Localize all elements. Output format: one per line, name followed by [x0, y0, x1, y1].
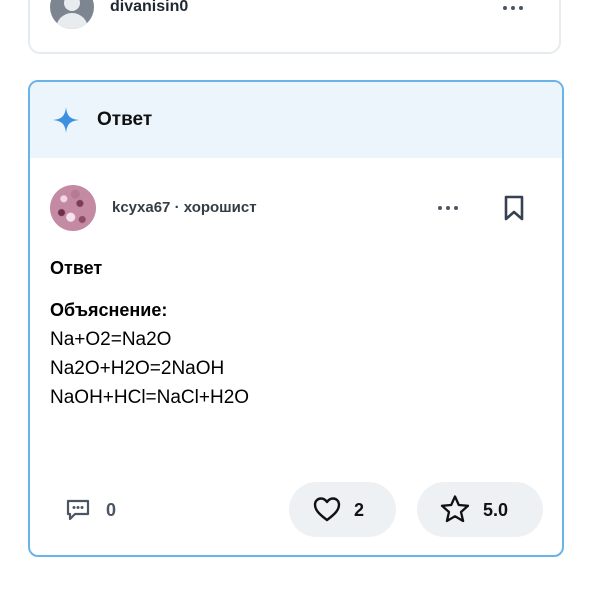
answer-line: Na+O2=Na2O	[50, 329, 172, 350]
answer-header-title: Ответ	[97, 109, 153, 130]
answer-line: Na2O+H2O=2NaOH	[50, 358, 225, 379]
comment-count: 0	[106, 500, 117, 520]
comment-icon[interactable]	[66, 499, 90, 521]
star-icon	[440, 495, 470, 523]
bookmark-icon[interactable]	[503, 195, 525, 221]
user-silhouette-icon[interactable]	[50, 0, 94, 29]
more-dots-icon[interactable]	[438, 206, 458, 210]
heart-icon	[313, 497, 341, 522]
rating-button[interactable]: 5.0	[417, 482, 543, 537]
more-dots-icon[interactable]	[503, 6, 523, 10]
rating-value: 5.0	[483, 500, 509, 520]
sparkle-icon	[53, 107, 79, 133]
answer-heading: Ответ	[50, 258, 103, 278]
answer-card: Ответ kcyxa67 · хорошист Ответ Объяснени…	[28, 80, 564, 557]
answer-header: Ответ	[30, 82, 562, 158]
answer-author[interactable]: kcyxa67 · хорошист	[112, 199, 257, 216]
avatar[interactable]	[50, 185, 96, 231]
question-card	[28, 0, 561, 54]
question-author[interactable]: divanisin0	[110, 0, 188, 16]
like-count: 2	[354, 500, 365, 520]
like-button[interactable]: 2	[289, 482, 396, 537]
answer-line: NaOH+HCl=NaCl+H2O	[50, 387, 250, 408]
explanation-label: Объяснение:	[50, 300, 168, 320]
